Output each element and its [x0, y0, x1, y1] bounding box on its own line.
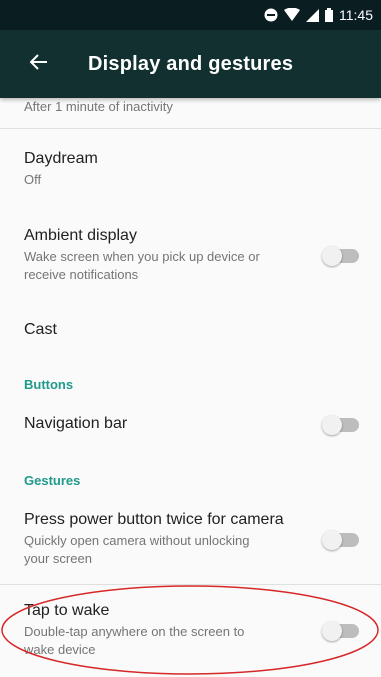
navigation-bar-toggle[interactable]: [322, 415, 359, 435]
ambient-display-setting[interactable]: Ambient display Wake screen when you pic…: [0, 226, 381, 284]
battery-icon: [325, 8, 333, 22]
sleep-summary: After 1 minute of inactivity: [24, 99, 173, 114]
camera-gesture-title: Press power button twice for camera: [24, 511, 284, 528]
toggle-thumb: [322, 246, 342, 266]
do-not-disturb-icon: [264, 8, 278, 22]
divider: [0, 128, 381, 129]
tap-to-wake-title: Tap to wake: [24, 602, 110, 619]
buttons-section-header: Buttons: [24, 377, 74, 392]
daydream-summary: Off: [24, 172, 42, 187]
page-title: Display and gestures: [88, 52, 294, 75]
camera-gesture-setting[interactable]: Press power button twice for camera Quic…: [0, 510, 381, 568]
navigation-bar-setting[interactable]: Navigation bar: [0, 414, 381, 435]
sleep-setting[interactable]: After 1 minute of inactivity: [0, 96, 381, 116]
tap-to-wake-setting[interactable]: Tap to wake Double-tap anywhere on the s…: [0, 601, 381, 659]
back-button[interactable]: [12, 30, 66, 98]
toggle-thumb: [322, 530, 342, 550]
camera-gesture-toggle[interactable]: [322, 530, 359, 550]
status-bar: 11:45: [0, 0, 381, 30]
wifi-icon: [284, 8, 300, 22]
toggle-thumb: [322, 621, 342, 641]
gestures-section-header: Gestures: [24, 473, 81, 488]
cellular-signal-icon: [306, 8, 319, 22]
tap-to-wake-summary-line-2: wake device: [24, 642, 96, 657]
toggle-thumb: [322, 415, 342, 435]
ambient-display-summary-line-2: receive notifications: [24, 267, 139, 282]
camera-gesture-summary-line-2: your screen: [24, 551, 92, 566]
daydream-setting[interactable]: Daydream Off: [0, 149, 381, 189]
daydream-title: Daydream: [24, 150, 98, 167]
app-bar: Display and gestures: [0, 30, 381, 98]
clock: 11:45: [339, 7, 373, 23]
ambient-display-title: Ambient display: [24, 227, 137, 244]
arrow-back-icon: [29, 53, 48, 75]
cast-title: Cast: [24, 321, 57, 338]
tap-to-wake-toggle[interactable]: [322, 621, 359, 641]
ambient-display-toggle[interactable]: [322, 246, 359, 266]
cast-setting[interactable]: Cast: [0, 320, 381, 340]
divider: [0, 584, 381, 585]
